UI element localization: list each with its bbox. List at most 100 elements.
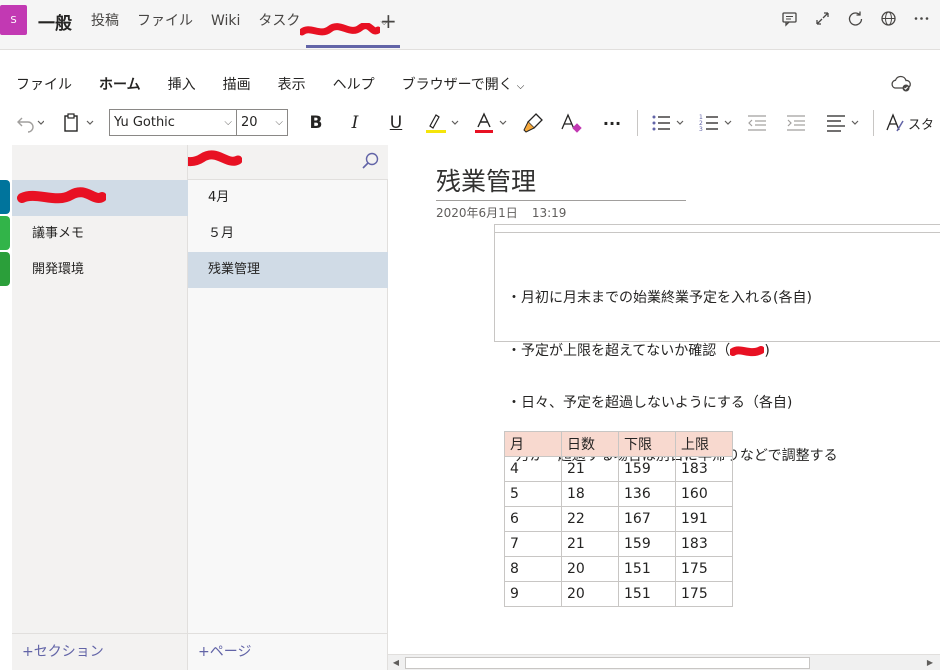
table-cell[interactable]: 136 <box>618 481 676 507</box>
scrollbar-thumb[interactable] <box>405 657 810 669</box>
table-cell[interactable]: 159 <box>618 531 676 557</box>
paragraph-align-button[interactable] <box>825 108 865 138</box>
open-in-browser-button[interactable]: ブラウザーで開く ⌵ <box>402 74 525 94</box>
table-header-cell[interactable]: 下限 <box>618 431 676 457</box>
open-in-browser-label: ブラウザーで開く <box>401 77 513 93</box>
tab-wiki[interactable]: Wiki <box>211 0 240 50</box>
table-cell[interactable]: 6 <box>504 506 562 532</box>
scroll-right-icon[interactable]: ▶ <box>924 657 936 669</box>
highlight-button[interactable] <box>424 108 464 138</box>
more-formatting-button[interactable]: ··· <box>598 108 626 138</box>
table-cell[interactable]: 21 <box>561 531 619 557</box>
table-cell[interactable]: 175 <box>675 556 733 582</box>
table-row: 8 20 151 175 <box>504 556 733 582</box>
more-options-icon[interactable] <box>913 10 930 27</box>
section-color-tab[interactable] <box>0 216 10 250</box>
decrease-indent-button[interactable] <box>744 108 770 138</box>
table-header-row: 月 日数 下限 上限 <box>504 431 733 457</box>
highlighter-icon <box>426 114 459 133</box>
bullets-button[interactable] <box>650 108 690 138</box>
underline-button[interactable]: U <box>383 108 409 138</box>
table-cell[interactable]: 183 <box>675 456 733 482</box>
tab-posts[interactable]: 投稿 <box>91 0 119 50</box>
note-canvas[interactable]: 残業管理 2020年6月1日 13:19 ・月初に月末までの始業終業予定を入れる(… <box>388 145 940 655</box>
header-actions <box>781 10 930 27</box>
table-cell[interactable]: 18 <box>561 481 619 507</box>
table-cell[interactable]: 5 <box>504 481 562 507</box>
section-color-tab[interactable] <box>0 180 10 214</box>
table-cell[interactable]: 160 <box>675 481 733 507</box>
table-cell[interactable]: 8 <box>504 556 562 582</box>
table-cell[interactable]: 167 <box>618 506 676 532</box>
ribbon-tab-home[interactable]: ホーム <box>99 74 141 94</box>
bold-button[interactable]: B <box>303 108 329 138</box>
tab-files[interactable]: ファイル <box>137 0 193 50</box>
tab-tasks[interactable]: タスク ⌵ <box>258 0 400 50</box>
table-cell[interactable]: 7 <box>504 531 562 557</box>
styles-button[interactable]: スタ <box>884 108 940 138</box>
table-cell[interactable]: 151 <box>618 556 676 582</box>
table-header-cell[interactable]: 上限 <box>675 431 733 457</box>
section-item[interactable] <box>12 180 188 216</box>
increase-indent-button[interactable] <box>783 108 809 138</box>
section-color-tabs <box>0 180 12 290</box>
table-cell[interactable]: 175 <box>675 581 733 607</box>
ribbon-tab-file[interactable]: ファイル <box>16 74 72 94</box>
font-color-button[interactable] <box>472 108 512 138</box>
horizontal-scrollbar[interactable]: ◀ ▶ <box>388 654 940 670</box>
paste-button[interactable] <box>60 108 100 138</box>
add-section-button[interactable]: +セクション <box>12 633 188 670</box>
team-avatar[interactable]: S <box>0 5 27 35</box>
page-item[interactable]: ５月 <box>188 216 388 252</box>
globe-icon[interactable] <box>880 10 897 27</box>
section-item[interactable]: 開発環境 <box>12 252 188 288</box>
scroll-left-icon[interactable]: ◀ <box>390 657 402 669</box>
undo-button[interactable] <box>10 108 48 138</box>
clear-formatting-button[interactable] <box>558 108 584 138</box>
pages-panel: 4月 ５月 残業管理 +ページ <box>188 180 388 670</box>
format-painter-icon <box>523 113 543 133</box>
ribbon-tab-draw[interactable]: 描画 <box>223 74 251 94</box>
table-cell[interactable]: 20 <box>561 556 619 582</box>
conversation-icon[interactable] <box>781 10 798 27</box>
table-cell[interactable]: 191 <box>675 506 733 532</box>
note-container-handle[interactable] <box>495 225 940 233</box>
overtime-table[interactable]: 月 日数 下限 上限 4 21 159 183 5 18 136 160 6 2… <box>504 431 733 607</box>
table-cell[interactable]: 9 <box>504 581 562 607</box>
page-item[interactable]: 残業管理 <box>188 252 388 288</box>
add-page-button[interactable]: +ページ <box>188 633 388 670</box>
ribbon-tab-view[interactable]: 表示 <box>278 74 306 94</box>
sync-status-icon[interactable] <box>890 74 912 94</box>
note-container[interactable]: ・月初に月末までの始業終業予定を入れる(各自) ・予定が上限を超えてないか確認（… <box>494 224 940 464</box>
font-name-value: Yu Gothic <box>114 115 175 130</box>
decrease-indent-icon <box>748 115 766 131</box>
table-cell[interactable]: 20 <box>561 581 619 607</box>
ribbon-tab-insert[interactable]: 挿入 <box>168 74 196 94</box>
page-item[interactable]: 4月 <box>188 180 388 216</box>
numbering-button[interactable]: 123 <box>698 108 738 138</box>
note-line: ・日々、予定を超過しないようにする（各自) <box>507 395 793 411</box>
table-cell[interactable]: 21 <box>561 456 619 482</box>
font-name-select[interactable]: Yu Gothic ⌵ <box>109 109 237 136</box>
table-cell[interactable]: 151 <box>618 581 676 607</box>
add-tab-button[interactable]: + <box>380 9 397 33</box>
table-cell[interactable]: 4 <box>504 456 562 482</box>
italic-button[interactable]: I <box>342 108 368 138</box>
chevron-down-icon: ⌵ <box>224 117 232 128</box>
table-header-cell[interactable]: 日数 <box>561 431 619 457</box>
format-painter-button[interactable] <box>520 108 546 138</box>
page-date: 2020年6月1日 <box>436 206 518 220</box>
section-item[interactable]: 議事メモ <box>12 216 188 252</box>
refresh-icon[interactable] <box>847 10 864 27</box>
bullet-list-icon <box>652 115 684 131</box>
section-color-tab[interactable] <box>0 252 10 286</box>
table-cell[interactable]: 159 <box>618 456 676 482</box>
expand-icon[interactable] <box>814 10 831 27</box>
table-header-cell[interactable]: 月 <box>504 431 562 457</box>
table-cell[interactable]: 183 <box>675 531 733 557</box>
ribbon-tab-help[interactable]: ヘルプ <box>333 74 375 94</box>
table-cell[interactable]: 22 <box>561 506 619 532</box>
font-size-select[interactable]: 20 ⌵ <box>237 109 288 136</box>
search-icon[interactable] <box>360 151 380 171</box>
page-title[interactable]: 残業管理 <box>436 162 686 201</box>
